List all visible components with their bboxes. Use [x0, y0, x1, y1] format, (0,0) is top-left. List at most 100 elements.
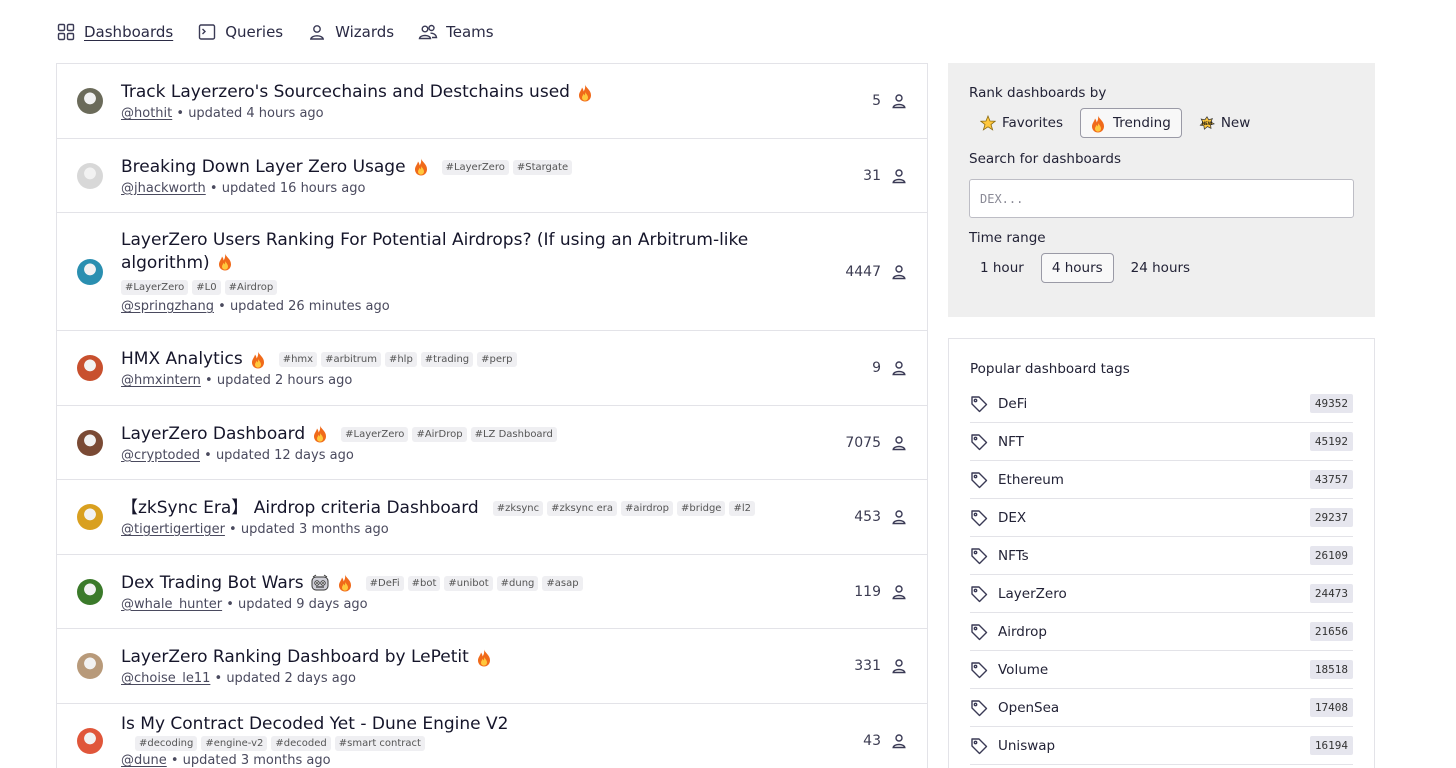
- popular-tags-panel: Popular dashboard tags DeFi 49352 NFT 45192…: [948, 338, 1375, 768]
- tag-chip[interactable]: #decoding: [135, 736, 198, 751]
- avatar[interactable]: [77, 429, 103, 456]
- tag-chip[interactable]: #perp: [477, 352, 517, 367]
- star-count: 331: [854, 658, 907, 674]
- author-link[interactable]: @hothit: [121, 106, 172, 121]
- tag-chip[interactable]: #bot: [407, 575, 441, 591]
- dashboard-row[interactable]: Dex Trading Bot Wars #DeFi #bot #unibot #dun…: [57, 555, 927, 629]
- dashboard-row[interactable]: LayerZero Ranking Dashboard by LePetit @c…: [57, 629, 927, 704]
- rank-new-button[interactable]: NEW New: [1188, 108, 1261, 138]
- time-range-button[interactable]: 24 hours: [1120, 253, 1201, 283]
- dashboard-title[interactable]: 【zkSync Era】 Airdrop criteria Dashboard: [121, 497, 479, 520]
- nav-dashboards[interactable]: Dashboards: [56, 22, 173, 42]
- tag-chip[interactable]: #L0: [192, 280, 221, 295]
- author-link[interactable]: @springzhang: [121, 299, 214, 314]
- dashboard-row[interactable]: 【zkSync Era】 Airdrop criteria Dashboard #…: [57, 480, 927, 555]
- tag-chip[interactable]: #trading: [420, 352, 474, 367]
- time-range-button[interactable]: 1 hour: [969, 253, 1035, 283]
- tag-chip[interactable]: #dung: [496, 575, 539, 591]
- tag-chip[interactable]: #unibot: [444, 575, 493, 591]
- search-input[interactable]: [969, 179, 1354, 218]
- dashboard-row[interactable]: Track Layerzero's Sourcechains and Destc…: [57, 64, 927, 139]
- tag-chip[interactable]: #bridge: [676, 501, 726, 516]
- tag-chip[interactable]: #zksync: [492, 501, 544, 516]
- tag-list: #LayerZero #L0 #Airdrop: [121, 280, 281, 295]
- avatar[interactable]: [77, 162, 103, 189]
- author-link[interactable]: @jhackworth: [121, 181, 206, 196]
- dashboard-title[interactable]: LayerZero Dashboard: [121, 423, 305, 446]
- tag-chip[interactable]: #arbitrum: [321, 352, 381, 367]
- fire-icon: [1091, 115, 1107, 133]
- avatar[interactable]: [77, 88, 103, 114]
- rank-favorites-button[interactable]: Favorites: [969, 108, 1074, 138]
- tag-chip[interactable]: #LZ Dashboard: [470, 426, 557, 442]
- tag-chip[interactable]: #LayerZero: [341, 426, 409, 442]
- tag-chip[interactable]: #LayerZero: [441, 159, 509, 175]
- dashboard-title[interactable]: Is My Contract Decoded Yet - Dune Engine…: [121, 713, 509, 736]
- dashboard-info: Is My Contract Decoded Yet - Dune Engine…: [121, 713, 927, 768]
- popular-tag-row[interactable]: NFTs 26109: [970, 537, 1353, 575]
- avatar[interactable]: [77, 653, 103, 679]
- tag-chip[interactable]: #asap: [542, 575, 583, 591]
- popular-tag-row[interactable]: DEX 29237: [970, 499, 1353, 537]
- dashboard-title[interactable]: LayerZero Ranking Dashboard by LePetit: [121, 646, 469, 669]
- rank-option-label: Favorites: [1002, 115, 1063, 131]
- dashboard-row[interactable]: LayerZero Users Ranking For Potential Ai…: [57, 213, 927, 331]
- popular-tag-row[interactable]: NFT 45192: [970, 423, 1353, 461]
- time-range-button[interactable]: 4 hours: [1040, 253, 1114, 283]
- tag-chip[interactable]: #Airdrop: [224, 280, 278, 295]
- dashboard-title[interactable]: Dex Trading Bot Wars: [121, 572, 304, 595]
- tag-chip[interactable]: #l2: [729, 501, 755, 516]
- avatar[interactable]: [77, 727, 103, 754]
- dashboard-row[interactable]: HMX Analytics #hmx #arbitrum #hlp #trading #p…: [57, 331, 927, 406]
- tag-chip[interactable]: #smart contract: [334, 736, 425, 751]
- dashboard-row[interactable]: Is My Contract Decoded Yet - Dune Engine…: [57, 704, 927, 768]
- dashboard-title[interactable]: Track Layerzero's Sourcechains and Destc…: [121, 81, 570, 104]
- svg-text:NEW: NEW: [1202, 121, 1213, 126]
- popular-tag-row[interactable]: Volume 18518: [970, 651, 1353, 689]
- popular-tag-row[interactable]: LayerZero 24473: [970, 575, 1353, 613]
- tag-chip[interactable]: #hlp: [384, 352, 417, 367]
- author-link[interactable]: @hmxintern: [121, 373, 201, 388]
- dashboard-title[interactable]: HMX Analytics: [121, 348, 243, 371]
- rank-trending-button[interactable]: Trending: [1079, 108, 1182, 138]
- popular-tag-row[interactable]: Ethereum 43757: [970, 461, 1353, 499]
- popular-tag-row[interactable]: Uniswap 16194: [970, 727, 1353, 765]
- popular-tag-row[interactable]: Airdrop 21656: [970, 613, 1353, 651]
- tag-chip[interactable]: #LayerZero: [121, 280, 189, 295]
- dashboard-title[interactable]: LayerZero Users Ranking For Potential Ai…: [121, 230, 748, 273]
- popular-tag-row[interactable]: DeFi 49352: [970, 385, 1353, 423]
- dashboard-title[interactable]: Breaking Down Layer Zero Usage: [121, 156, 406, 179]
- avatar[interactable]: [77, 355, 103, 381]
- dashboard-row[interactable]: Breaking Down Layer Zero Usage #LayerZero…: [57, 139, 927, 213]
- tag-chip[interactable]: #AirDrop: [412, 426, 467, 442]
- tag-chip[interactable]: #Stargate: [512, 159, 573, 175]
- author-link[interactable]: @choise_le11: [121, 671, 210, 686]
- tag-chip[interactable]: #airdrop: [621, 501, 673, 516]
- tag-chip[interactable]: #DeFi: [365, 575, 404, 591]
- nav-teams[interactable]: Teams: [418, 22, 494, 42]
- avatar[interactable]: [77, 504, 103, 530]
- nav-queries[interactable]: Queries: [197, 22, 283, 42]
- title-line: Breaking Down Layer Zero Usage #LayerZero…: [121, 156, 777, 179]
- dashboard-meta: @hmxintern • updated 2 hours ago: [121, 373, 777, 388]
- tag-chip[interactable]: #hmx: [278, 352, 318, 367]
- author-link[interactable]: @whale_hunter: [121, 597, 222, 612]
- avatar[interactable]: [77, 258, 103, 285]
- dashboard-meta: @whale_hunter • updated 9 days ago: [121, 597, 777, 612]
- tag-icon: [970, 737, 988, 755]
- separator-dot: •: [210, 671, 227, 686]
- author-link[interactable]: @dune: [121, 753, 167, 768]
- nav-wizards[interactable]: Wizards: [307, 22, 394, 42]
- author-link[interactable]: @cryptoded: [121, 448, 200, 463]
- star-count-value: 9: [872, 360, 881, 376]
- tag-chip[interactable]: #engine-v2: [201, 736, 268, 751]
- tag-chip[interactable]: #zksync era: [547, 501, 618, 516]
- avatar[interactable]: [77, 578, 103, 605]
- dashboard-row[interactable]: LayerZero Dashboard #LayerZero #AirDrop #LZ…: [57, 406, 927, 480]
- dashboard-meta: @choise_le11 • updated 2 days ago: [121, 671, 777, 686]
- author-link[interactable]: @tigertigertiger: [121, 522, 225, 537]
- tag-count: 17408: [1309, 698, 1353, 717]
- tag-chip[interactable]: #decoded: [271, 736, 331, 751]
- popular-tag-row[interactable]: OpenSea 17408: [970, 689, 1353, 727]
- star-count-value: 5: [872, 93, 881, 109]
